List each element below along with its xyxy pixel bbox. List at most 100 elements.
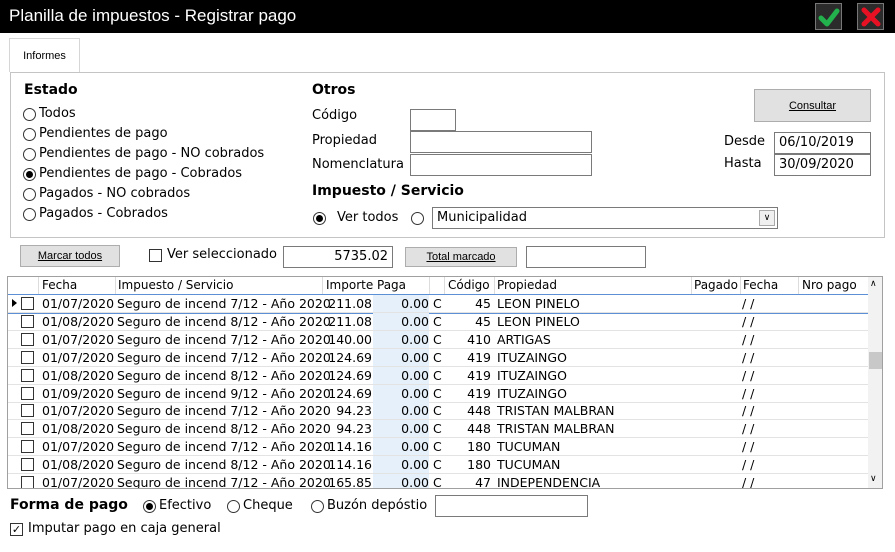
chevron-down-icon: ∨ <box>759 210 775 226</box>
forma-pago-radio-0[interactable] <box>143 500 156 513</box>
table-row[interactable]: 01/07/2020 Seguro de incend 7/12 - Año 20… <box>8 402 868 421</box>
row-checkbox[interactable] <box>21 368 34 382</box>
estado-radio-5[interactable] <box>23 208 36 221</box>
cell-propiedad: TRISTAN MALBRAN <box>497 421 615 437</box>
row-checkbox[interactable] <box>21 458 34 472</box>
total-input[interactable]: 5735.02 <box>283 246 393 268</box>
table-row[interactable]: 01/07/2020 Seguro de incend 7/12 - Año 20… <box>8 438 868 457</box>
estado-radio-1[interactable] <box>23 128 36 141</box>
col-pfecha[interactable]: Fecha <box>743 277 778 294</box>
col-nro-pago[interactable]: Nro pago <box>802 277 857 294</box>
ver-seleccionado-checkbox[interactable] <box>149 249 162 262</box>
cell-paga: 0.00 <box>373 456 429 474</box>
ver-todos-radio[interactable] <box>313 212 326 225</box>
cell-propiedad: ITUZAINGO <box>497 349 567 365</box>
row-checkbox[interactable] <box>21 440 34 454</box>
cell-propiedad: ARTIGAS <box>497 331 551 347</box>
cell-paga: 0.00 <box>373 402 429 420</box>
row-checkbox[interactable] <box>21 297 34 310</box>
cell-codigo: 47 <box>475 475 491 489</box>
ok-button[interactable] <box>815 3 842 30</box>
cell-paga: 0.00 <box>373 312 429 330</box>
grid-scrollbar[interactable]: ∧ ∨ <box>868 277 882 488</box>
total-marcado-input[interactable] <box>526 246 646 268</box>
cell-importe: 211.08 <box>328 313 372 329</box>
col-fecha[interactable]: Fecha <box>42 277 77 294</box>
estado-radio-4[interactable] <box>23 188 36 201</box>
forma-pago-input[interactable] <box>435 495 588 517</box>
table-row[interactable]: 01/07/2020 Seguro de incend 7/12 - Año 20… <box>8 474 868 489</box>
row-checkbox[interactable] <box>21 386 34 400</box>
row-checkbox[interactable] <box>21 404 34 418</box>
cell-pfecha: / / <box>742 367 755 383</box>
tab-informes[interactable]: Informes <box>9 38 80 72</box>
col-codigo[interactable]: Código <box>448 277 490 294</box>
close-button[interactable] <box>857 3 884 30</box>
hasta-input[interactable]: 30/09/2020 <box>774 154 871 176</box>
codigo-input[interactable] <box>410 109 456 131</box>
table-row[interactable]: 01/07/2020 Seguro de incend 7/12 - Año 20… <box>8 348 868 367</box>
scroll-down-icon[interactable]: ∨ <box>870 474 877 484</box>
impuesto-select-radio[interactable] <box>411 212 424 225</box>
check-icon <box>818 8 839 26</box>
cell-c: C <box>433 439 442 455</box>
cell-pfecha: / / <box>742 421 755 437</box>
estado-radio-2[interactable] <box>23 148 36 161</box>
cell-c: C <box>433 385 442 401</box>
table-row[interactable]: 01/08/2020 Seguro de incend 8/12 - Año 20… <box>8 456 868 475</box>
row-checkbox[interactable] <box>21 332 34 346</box>
col-importe[interactable]: Importe <box>326 277 373 294</box>
table-row[interactable]: 01/07/2020 Seguro de incend 7/12 - Año 20… <box>8 330 868 349</box>
total-marcado-button[interactable]: Total marcado <box>405 247 517 267</box>
col-pagado[interactable]: Pagado <box>694 277 738 294</box>
impuesto-header: Impuesto / Servicio <box>312 183 464 199</box>
cell-importe: 114.16 <box>328 457 372 473</box>
table-row[interactable]: 01/09/2020 Seguro de incend 9/12 - Año 20… <box>8 384 868 403</box>
cell-impuesto: Seguro de incend 7/12 - Año 2020 <box>117 331 331 347</box>
payments-grid[interactable]: Fecha Impuesto / Servicio Importe Paga C… <box>7 276 883 489</box>
cell-propiedad: TUCUMAN <box>497 457 561 473</box>
propiedad-input[interactable] <box>410 131 592 153</box>
cell-fecha: 01/07/2020 <box>42 403 115 419</box>
cell-importe: 165.85 <box>328 475 372 489</box>
cell-fecha: 01/08/2020 <box>42 313 115 329</box>
cell-impuesto: Seguro de incend 8/12 - Año 2020 <box>117 313 331 329</box>
cell-c: C <box>433 403 442 419</box>
marcar-todos-button[interactable]: Marcar todos <box>20 245 120 267</box>
cell-pfecha: / / <box>742 296 755 311</box>
table-row[interactable]: 01/08/2020 Seguro de incend 8/12 - Año 20… <box>8 366 868 385</box>
table-row[interactable]: 01/08/2020 Seguro de incend 8/12 - Año 20… <box>8 312 868 331</box>
filter-panel: Estado Todos Pendientes de pago Pendientes… <box>10 72 885 238</box>
col-impuesto[interactable]: Impuesto / Servicio <box>118 277 233 294</box>
cell-paga: 0.00 <box>373 348 429 366</box>
consultar-button[interactable]: Consultar <box>754 89 871 122</box>
col-paga[interactable]: Paga <box>377 277 406 294</box>
imputar-checkbox[interactable]: ✓ <box>10 523 23 536</box>
imputar-label: Imputar pago en caja general <box>28 521 221 536</box>
cell-fecha: 01/09/2020 <box>42 385 115 401</box>
row-checkbox[interactable] <box>21 476 34 488</box>
cell-propiedad: TUCUMAN <box>497 439 561 455</box>
row-checkbox[interactable] <box>21 422 34 436</box>
scroll-thumb[interactable] <box>869 352 882 369</box>
hasta-label: Hasta <box>724 156 762 171</box>
estado-radio-3[interactable] <box>23 168 36 181</box>
estado-radio-0[interactable] <box>23 108 36 121</box>
col-propiedad[interactable]: Propiedad <box>497 277 557 294</box>
nomenclatura-input[interactable] <box>410 154 592 176</box>
table-row[interactable]: 01/07/2020 Seguro de incend 7/12 - Año 20… <box>8 294 869 314</box>
forma-pago-radio-1[interactable] <box>227 500 240 513</box>
scroll-up-icon[interactable]: ∧ <box>870 279 877 289</box>
cell-c: C <box>433 313 442 329</box>
forma-pago-radio-2[interactable] <box>311 500 324 513</box>
cell-impuesto: Seguro de incend 7/12 - Año 2020 <box>117 403 331 419</box>
row-checkbox[interactable] <box>21 314 34 328</box>
cell-pfecha: / / <box>742 403 755 419</box>
impuesto-select[interactable]: Municipalidad ∨ <box>432 207 778 229</box>
title-bar: Planilla de impuestos - Registrar pago <box>0 0 895 33</box>
table-row[interactable]: 01/08/2020 Seguro de incend 8/12 - Año 20… <box>8 420 868 439</box>
row-checkbox[interactable] <box>21 350 34 364</box>
forma-pago-option-label: Cheque <box>243 498 293 513</box>
cell-c: C <box>433 457 442 473</box>
desde-input[interactable]: 06/10/2019 <box>774 132 871 154</box>
